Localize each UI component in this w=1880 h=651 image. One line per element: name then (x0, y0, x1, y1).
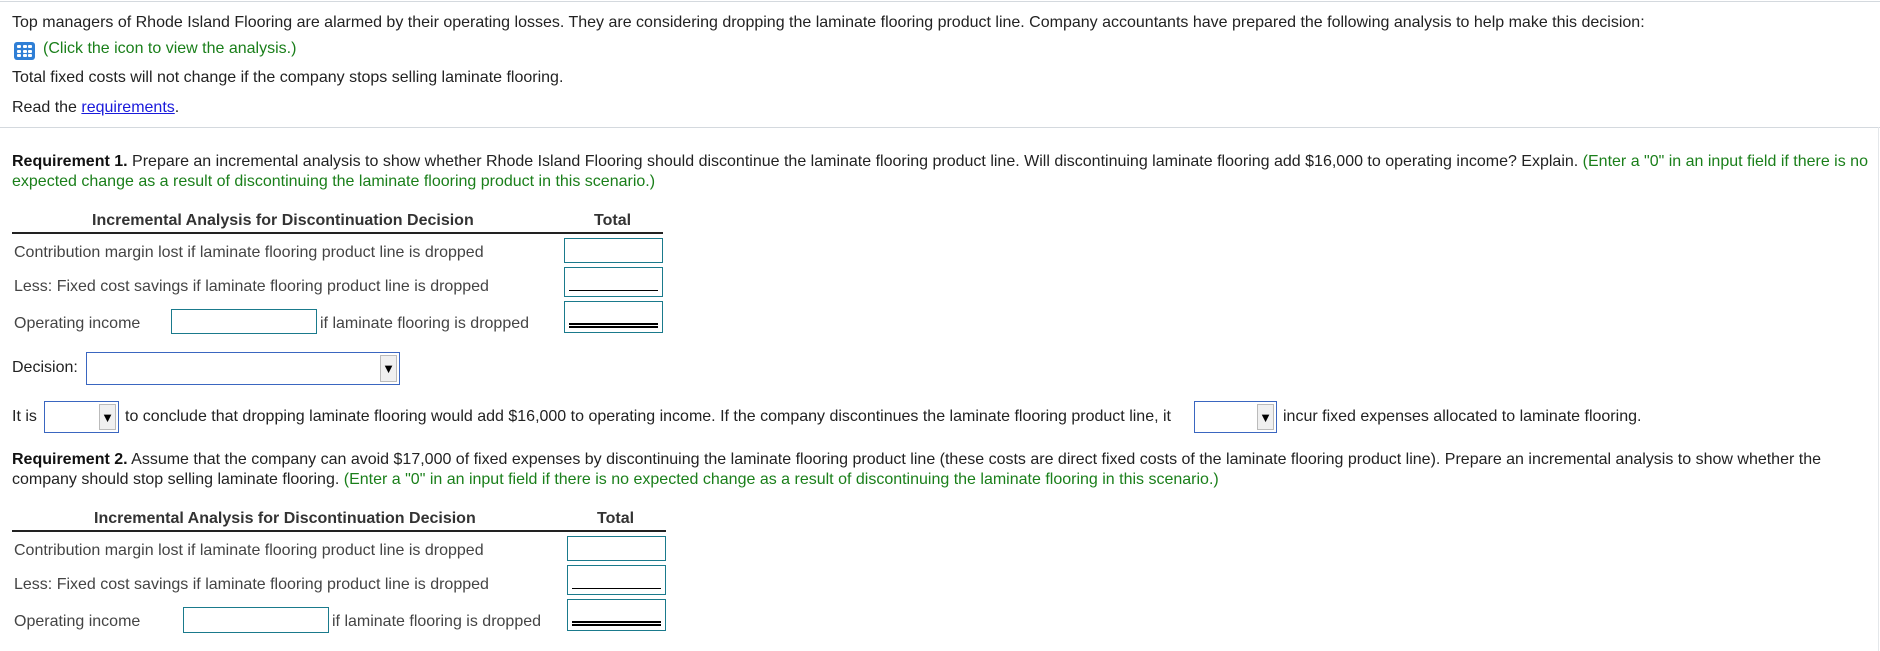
requirement1-text: Prepare an incremental analysis to show … (127, 153, 1583, 170)
table1-operating-income-change-input[interactable] (171, 309, 317, 334)
requirement2-hint: (Enter a "0" in an input field if there … (343, 471, 1219, 488)
double-underline (572, 621, 661, 626)
spreadsheet-grid-icon[interactable] (14, 42, 35, 60)
table2-total-header: Total (597, 510, 635, 527)
decision-label: Decision: (12, 359, 78, 376)
table2-row-contribution-margin-label: Contribution margin lost if laminate flo… (14, 542, 484, 559)
table2-operating-income-change-input[interactable] (183, 607, 329, 633)
requirement1-label: Requirement 1. (12, 153, 128, 170)
table2-operating-income-total-input[interactable] (567, 599, 666, 631)
table2-row-fixed-savings-label: Less: Fixed cost savings if laminate flo… (14, 576, 489, 593)
sentence-middle-text: to conclude that dropping laminate floor… (125, 408, 1171, 425)
table2-fixed-savings-input[interactable] (567, 565, 666, 595)
it-is-label: It is (12, 408, 37, 425)
table1-operating-income-suffix: if laminate flooring is dropped (320, 315, 530, 332)
table2-header-rule (12, 530, 666, 532)
table1-title: Incremental Analysis for Discontinuation… (92, 212, 474, 229)
section-divider (0, 127, 1880, 128)
requirements-link[interactable]: requirements (81, 99, 174, 116)
table2-row-operating-income-label: Operating income (14, 613, 141, 630)
problem-text: Top managers of Rhode Island Flooring ar… (12, 14, 1645, 31)
reasonable-select[interactable]: ▼ (44, 401, 119, 433)
dropdown-arrow-icon: ▼ (380, 355, 397, 382)
table2-title: Incremental Analysis for Discontinuation… (94, 510, 476, 527)
table1-row-fixed-savings-label: Less: Fixed cost savings if laminate flo… (14, 278, 489, 295)
dropdown-arrow-icon: ▼ (99, 404, 116, 430)
read-requirements-line: Read the requirements. (12, 99, 179, 117)
requirement1-prompt: Requirement 1. Prepare an incremental an… (12, 152, 1872, 192)
top-border (0, 1, 1880, 2)
table1-contribution-margin-input[interactable] (564, 238, 663, 263)
dropdown-arrow-icon: ▼ (1257, 404, 1274, 430)
will-incur-select[interactable]: ▼ (1194, 401, 1277, 433)
panel-right-border (1878, 127, 1879, 651)
single-underline (572, 587, 661, 589)
fixed-costs-note: Total fixed costs will not change if the… (12, 69, 564, 86)
table1-row-operating-income-label: Operating income (14, 315, 141, 332)
icon-hint: (Click the icon to view the analysis.) (43, 40, 297, 57)
table1-row-contribution-margin-label: Contribution margin lost if laminate flo… (14, 244, 484, 261)
table2-operating-income-suffix: if laminate flooring is dropped (332, 613, 542, 630)
read-suffix: . (174, 99, 180, 116)
table1-total-header: Total (594, 212, 632, 229)
table2-contribution-margin-input[interactable] (567, 536, 666, 561)
read-prefix: Read the (12, 99, 82, 116)
double-underline (569, 323, 658, 328)
single-underline (569, 289, 658, 291)
decision-select[interactable]: ▼ (86, 352, 400, 385)
table1-operating-income-total-input[interactable] (564, 301, 663, 333)
table1-fixed-savings-input[interactable] (564, 267, 663, 297)
sentence-end-text: incur fixed expenses allocated to lamina… (1283, 408, 1642, 425)
table1-header-rule (12, 232, 663, 234)
requirement2-prompt: Requirement 2. Assume that the company c… (12, 450, 1872, 490)
requirement2-label: Requirement 2. (12, 451, 128, 468)
